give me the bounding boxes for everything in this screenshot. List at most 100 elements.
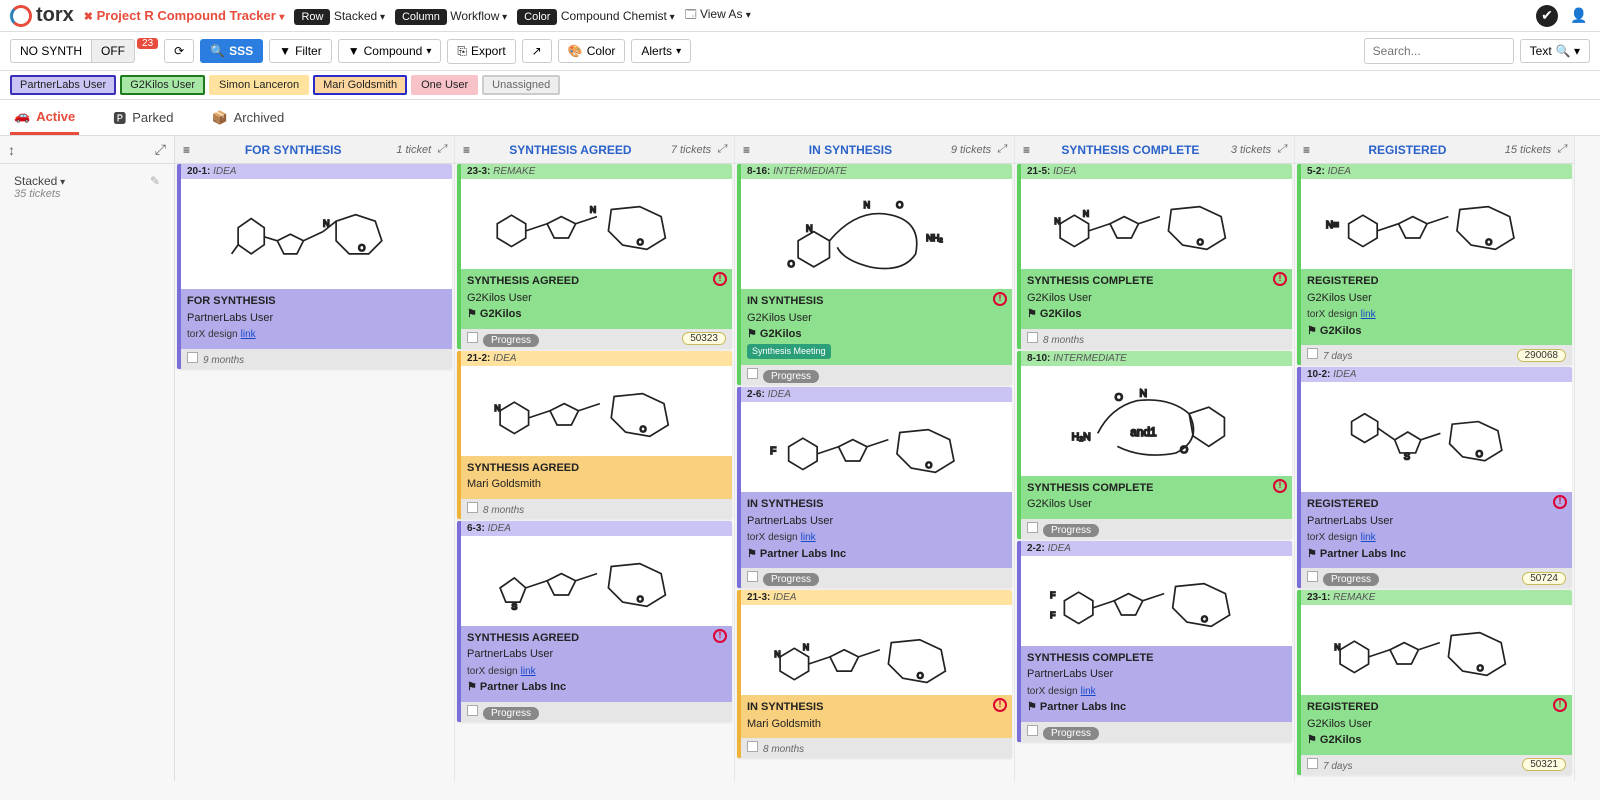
svg-text:O: O [788,259,795,269]
row-control[interactable]: Row Stacked [294,9,385,23]
svg-text:O: O [1196,237,1203,247]
nosynth-button[interactable]: NO SYNTH [10,39,92,63]
alerts-dropdown[interactable]: Alerts [631,39,691,63]
logo[interactable]: torx [10,4,74,27]
expand-icon[interactable]: ⤢ [155,141,166,158]
column-control[interactable]: Column Workflow [395,9,507,23]
nosynth-toggle[interactable]: NO SYNTH OFF [10,39,135,63]
menu-icon[interactable]: ≡ [1303,143,1310,157]
compound-card[interactable]: 20-1: IDEA NO FOR SYNTHESIS PartnerLabs … [177,164,452,369]
view-as-dropdown[interactable]: 🗔 View As [685,6,751,25]
compound-card[interactable]: 5-2: IDEA N≡O REGISTERED G2Kilos User to… [1297,164,1572,365]
molecule-icon: H₂NONOand1 [1021,366,1292,476]
card-checkbox[interactable] [1307,758,1318,769]
tab-archived[interactable]: 📦 Archived [207,100,288,135]
svg-text:O: O [1476,449,1483,459]
status-ok-icon[interactable]: ✔ [1536,5,1558,27]
design-link[interactable]: link [1361,532,1376,543]
alert-icon: ! [1553,495,1567,509]
compound-dropdown[interactable]: ▼ Compound [338,39,442,63]
compound-card[interactable]: 2-2: IDEA FFO SYNTHESIS COMPLETE Partner… [1017,541,1292,742]
design-link[interactable]: link [1361,309,1376,320]
user-chips-row: PartnerLabs User G2Kilos User Simon Lanc… [0,71,1600,100]
refresh-button[interactable]: ⟳ [164,39,194,63]
card-checkbox[interactable] [1307,348,1318,359]
share-button[interactable]: ↗ [522,39,552,63]
user-chip[interactable]: PartnerLabs User [10,75,116,95]
column-in-synthesis: ≡IN SYNTHESIS9 tickets⤢ 8-16: INTERMEDIA… [735,136,1015,781]
design-link[interactable]: link [241,329,256,340]
expand-icon[interactable]: ⤢ [1277,143,1286,156]
color-control[interactable]: Color Compound Chemist [517,9,675,23]
svg-text:N: N [1140,389,1148,400]
compound-card[interactable]: 6-3: IDEA SO ! SYNTHESIS AGREED PartnerL… [457,521,732,722]
design-link[interactable]: link [521,666,536,677]
user-icon[interactable]: 👤 [1568,5,1590,27]
svg-text:O: O [1201,614,1208,624]
menu-icon[interactable]: ≡ [743,143,750,157]
design-link[interactable]: link [801,532,816,543]
tab-active[interactable]: 🚗 Active [10,100,79,135]
molecule-icon: NO [461,179,732,269]
card-checkbox[interactable] [747,741,758,752]
menu-icon[interactable]: ≡ [463,143,470,157]
alert-icon: ! [1273,479,1287,493]
user-chip[interactable]: Unassigned [482,75,560,95]
compound-card[interactable]: 8-16: INTERMEDIATE ONONH₂N ! IN SYNTHESI… [737,164,1012,385]
alert-icon: ! [1273,272,1287,286]
compound-card[interactable]: 23-3: REMAKE NO ! SYNTHESIS AGREED G2Kil… [457,164,732,349]
user-chip[interactable]: One User [411,75,478,95]
card-checkbox[interactable] [747,368,758,379]
expand-icon[interactable]: ⤢ [437,143,446,156]
compound-card[interactable]: 10-2: IDEA SO ! REGISTERED PartnerLabs U… [1297,367,1572,588]
tab-parked[interactable]: 🅿 Parked [109,100,177,135]
stacked-dropdown[interactable]: Stacked [14,174,65,188]
expand-icon[interactable]: ⤢ [717,143,726,156]
svg-text:N: N [1082,209,1088,219]
card-checkbox[interactable] [467,705,478,716]
text-search-button[interactable]: Text 🔍 ▾ [1520,39,1590,63]
compound-card[interactable]: 21-5: IDEA NNO ! SYNTHESIS COMPLETE G2Ki… [1017,164,1292,349]
edit-icon[interactable]: ✎ [150,174,160,188]
menu-icon[interactable]: ≡ [183,143,190,157]
card-checkbox[interactable] [1307,571,1318,582]
user-chip[interactable]: Simon Lanceron [209,75,309,95]
design-link[interactable]: link [1081,686,1096,697]
toolbar: NO SYNTH OFF 23 ⟳ 🔍 SSS ▼ Filter ▼ Compo… [0,32,1600,71]
compound-card[interactable]: 2-6: IDEA FO IN SYNTHESIS PartnerLabs Us… [737,387,1012,588]
card-checkbox[interactable] [467,502,478,513]
user-chip[interactable]: Mari Goldsmith [313,75,407,95]
card-checkbox[interactable] [467,332,478,343]
svg-text:F: F [1050,610,1055,620]
sort-icon[interactable]: ↕ [8,142,15,158]
ticket-count: 35 tickets [14,188,160,200]
project-dropdown[interactable]: ✖ Project R Compound Tracker [84,8,285,23]
column-registered: ≡REGISTERED15 tickets⤢ 5-2: IDEA N≡O REG… [1295,136,1575,781]
card-checkbox[interactable] [187,352,198,363]
off-button[interactable]: OFF [92,39,135,63]
filter-button[interactable]: ▼ Filter [269,39,332,63]
svg-text:and1: and1 [1130,426,1156,439]
user-chip[interactable]: G2Kilos User [120,75,205,95]
compound-card[interactable]: 23-1: REMAKE NO ! REGISTERED G2Kilos Use… [1297,590,1572,775]
card-checkbox[interactable] [1027,725,1038,736]
card-checkbox[interactable] [747,571,758,582]
compound-card[interactable]: 21-2: IDEA NO SYNTHESIS AGREED Mari Gold… [457,351,732,519]
expand-icon[interactable]: ⤢ [1557,143,1566,156]
compound-card[interactable]: 21-3: IDEA NNO ! IN SYNTHESIS Mari Golds… [737,590,1012,758]
logo-icon [10,5,32,27]
svg-text:F: F [770,446,776,457]
export-button[interactable]: ⎘ Export [447,39,515,64]
alert-icon: ! [993,698,1007,712]
compound-card[interactable]: 8-10: INTERMEDIATE H₂NONOand1 ! SYNTHESI… [1017,351,1292,539]
menu-icon[interactable]: ≡ [1023,143,1030,157]
sidebar-header: ↕ ⤢ [0,136,174,164]
search-input[interactable] [1364,38,1514,64]
svg-text:H₂N: H₂N [1072,432,1091,443]
expand-icon[interactable]: ⤢ [997,143,1006,156]
color-button[interactable]: 🎨 Color [558,39,626,63]
svg-text:O: O [1115,393,1123,404]
card-checkbox[interactable] [1027,522,1038,533]
card-checkbox[interactable] [1027,332,1038,343]
sss-button[interactable]: 🔍 SSS [200,39,263,63]
